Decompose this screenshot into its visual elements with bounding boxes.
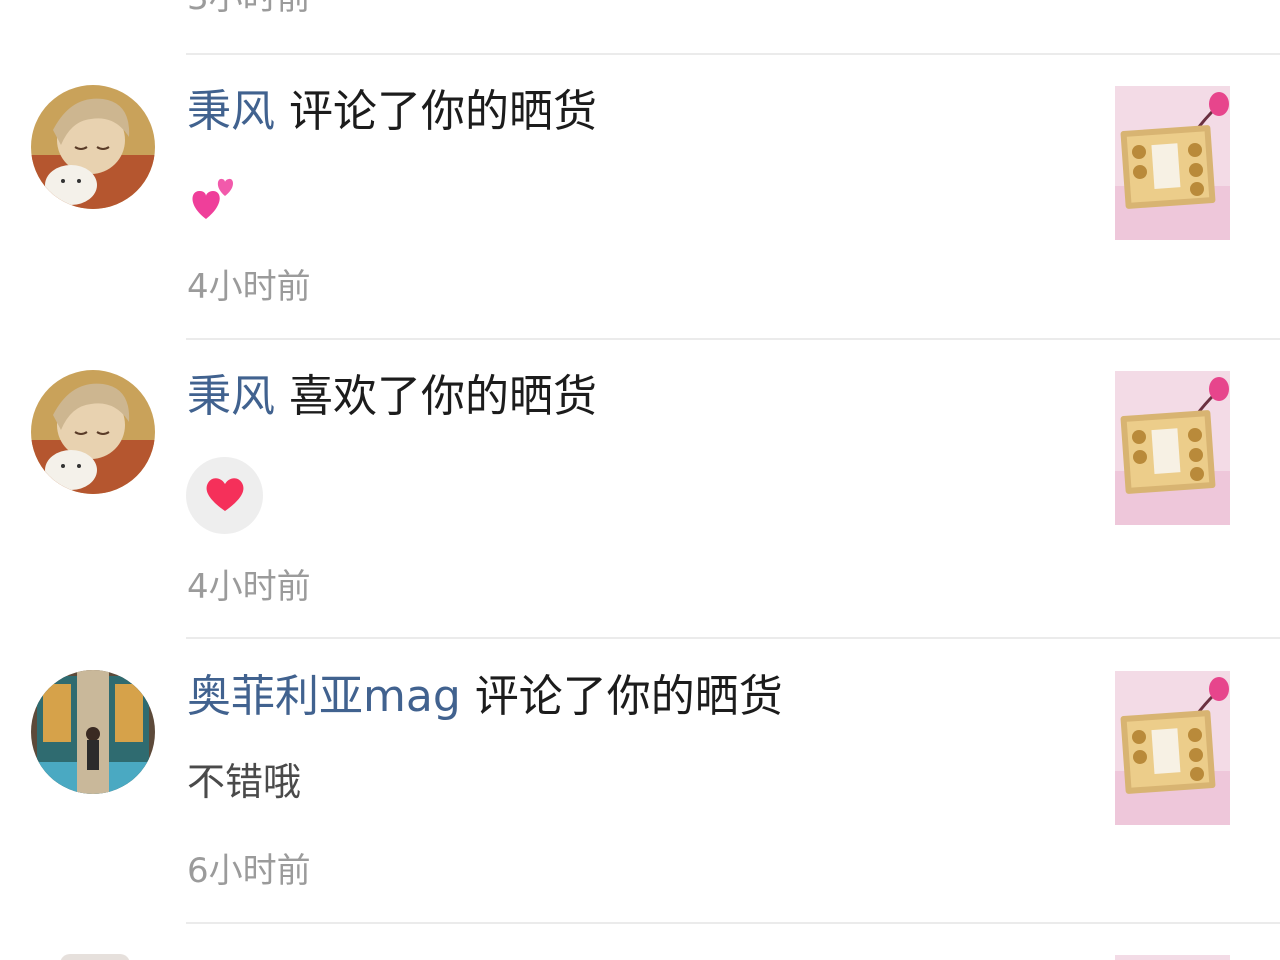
username-link[interactable]: 奥菲利亚mag [187,671,461,722]
divider [186,922,1280,924]
notification-time: 4小时前 [187,567,311,607]
username-link[interactable]: 秉风 [187,371,275,422]
like-badge [186,457,263,534]
action-text: 喜欢了你的晒货 [289,371,597,422]
notification-time: 4小时前 [187,267,311,307]
action-text: 评论了你的晒货 [474,671,783,722]
username-link[interactable]: 秉风 [187,86,275,137]
post-thumbnail[interactable] [1115,86,1230,240]
notification-title: 秉风 喜欢了你的晒货 [187,369,597,425]
user-avatar[interactable] [31,85,155,209]
two-hearts-icon [189,172,239,226]
next-item-thumbnail [1115,955,1230,960]
action-text: 评论了你的晒货 [289,86,597,137]
notification-title: 奥菲利亚mag 评论了你的晒货 [187,669,783,725]
post-thumbnail[interactable] [1115,371,1230,525]
divider [186,53,1280,55]
previous-item-time: 3小时前 [187,0,311,20]
notification-title: 秉风 评论了你的晒货 [187,84,597,140]
comment-text: 不错哦 [187,760,302,804]
user-avatar[interactable] [31,370,155,494]
post-thumbnail[interactable] [1115,671,1230,825]
heart-icon [204,475,246,517]
divider [186,637,1280,639]
divider [186,338,1280,340]
notifications-list: 3小时前 秉风评论了你的晒货 4小时前 [0,0,1280,960]
next-item-avatar [60,954,130,960]
notification-time: 6小时前 [187,851,311,891]
user-avatar[interactable] [31,670,155,794]
